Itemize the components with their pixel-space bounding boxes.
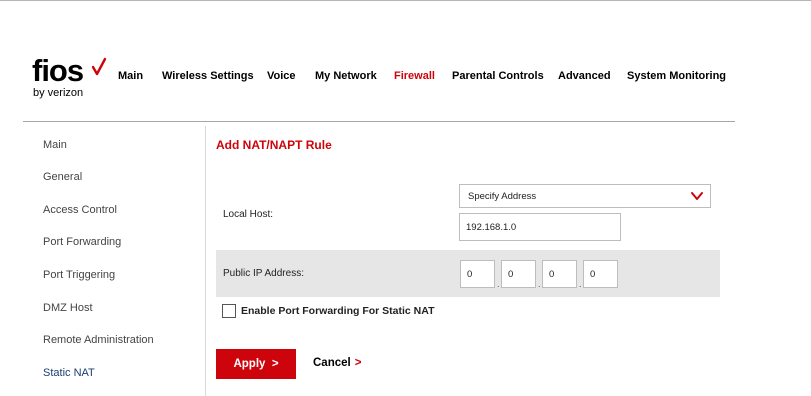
ip-separator-dot: .: [579, 279, 582, 289]
top-border: [0, 0, 811, 1]
nav-item-parental-controls[interactable]: Parental Controls: [452, 70, 544, 82]
fios-logo[interactable]: fios by verizon: [32, 55, 112, 101]
apply-button[interactable]: Apply >: [216, 349, 296, 379]
chevron-down-icon: [691, 192, 703, 200]
local-host-select-value: Specify Address: [468, 191, 537, 202]
local-host-label: Local Host:: [223, 209, 274, 220]
sidebar-item-remote-administration[interactable]: Remote Administration: [43, 334, 154, 346]
port-forwarding-checkbox-label[interactable]: Enable Port Forwarding For Static NAT: [241, 305, 435, 317]
logo-wordmark: fios: [32, 53, 84, 88]
chevron-right-icon: >: [271, 358, 279, 370]
public-ip-octet-4[interactable]: [583, 260, 618, 288]
nav-item-system-monitoring[interactable]: System Monitoring: [627, 70, 726, 82]
public-ip-octet-2[interactable]: [501, 260, 536, 288]
sidebar-item-access-control[interactable]: Access Control: [43, 204, 117, 216]
apply-button-label: Apply: [233, 358, 266, 370]
cancel-link-label: Cancel: [313, 357, 351, 369]
local-host-ip-input[interactable]: [459, 213, 621, 241]
port-forwarding-checkbox[interactable]: [222, 304, 236, 318]
sidebar-item-general[interactable]: General: [43, 171, 82, 183]
nav-item-firewall[interactable]: Firewall: [394, 70, 435, 82]
nav-item-main[interactable]: Main: [118, 70, 143, 82]
sidebar-item-static-nat[interactable]: Static NAT: [43, 367, 95, 379]
cancel-link[interactable]: Cancel >: [313, 357, 361, 369]
sidebar-item-port-forwarding[interactable]: Port Forwarding: [43, 236, 121, 248]
nav-item-advanced[interactable]: Advanced: [558, 70, 611, 82]
checkmark-icon: [91, 57, 107, 76]
ip-separator-dot: .: [538, 279, 541, 289]
public-ip-label: Public IP Address:: [223, 268, 304, 279]
sidebar-item-port-triggering[interactable]: Port Triggering: [43, 269, 115, 281]
chevron-right-icon: >: [354, 357, 362, 369]
sidebar-item-main[interactable]: Main: [43, 139, 67, 151]
page-title: Add NAT/NAPT Rule: [216, 138, 332, 152]
nav-divider: [23, 121, 735, 122]
sidebar: Main General Access Control Port Forward…: [30, 126, 206, 396]
public-ip-octet-3[interactable]: [542, 260, 577, 288]
logo-subtitle: by verizon: [33, 87, 84, 99]
nav-item-wireless-settings[interactable]: Wireless Settings: [162, 70, 254, 82]
sidebar-item-dmz-host[interactable]: DMZ Host: [43, 302, 93, 314]
public-ip-octet-1[interactable]: [460, 260, 495, 288]
nav-item-my-network[interactable]: My Network: [315, 70, 377, 82]
ip-separator-dot: .: [497, 279, 500, 289]
nav-item-voice[interactable]: Voice: [267, 70, 296, 82]
local-host-select[interactable]: Specify Address: [459, 184, 711, 208]
